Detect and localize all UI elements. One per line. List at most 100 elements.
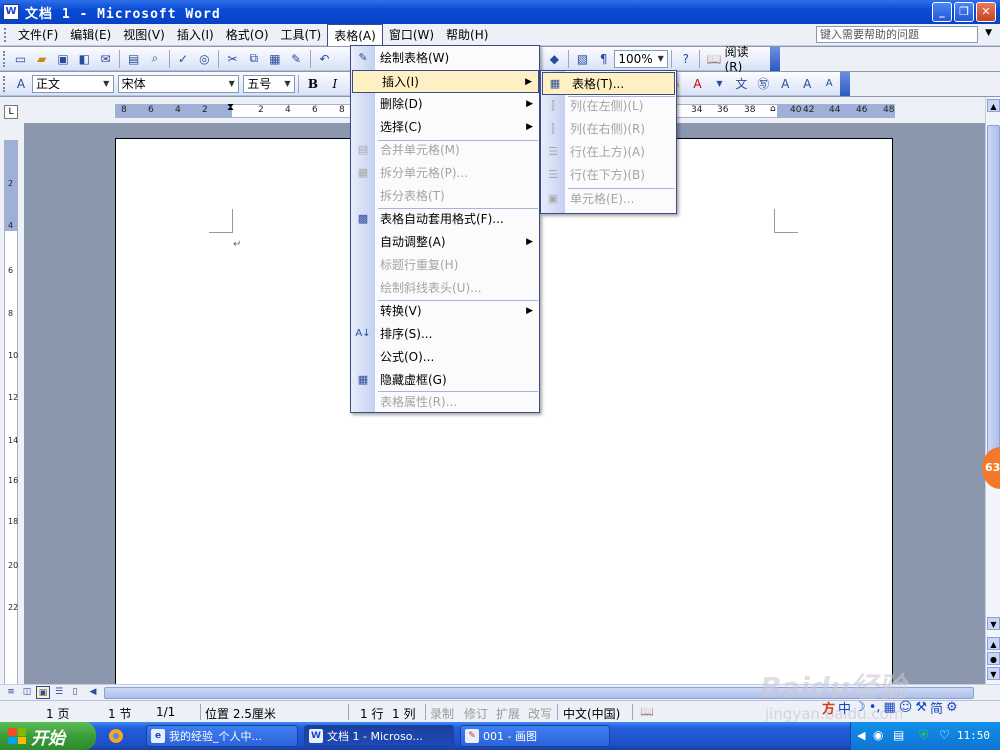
chevron-down-icon[interactable]: ▼ [655, 52, 666, 66]
minimize-button[interactable]: _ [932, 2, 952, 22]
vertical-ruler[interactable]: 2 4 6 8 10 12 14 16 18 20 22 [4, 140, 18, 685]
menu-sort[interactable]: A↓ 排序(S)... [351, 323, 539, 346]
menu-edit[interactable]: 编辑(E) [64, 24, 117, 45]
read-button[interactable]: 阅读(R) [725, 43, 765, 74]
undo-icon[interactable]: ↶ [316, 50, 333, 68]
status-extend[interactable]: 扩展 [496, 705, 520, 722]
close-button[interactable]: ✕ [976, 2, 996, 22]
chevron-down-icon[interactable]: ▼ [282, 77, 293, 91]
vertical-scroll-thumb[interactable] [987, 125, 1000, 465]
taskbar-item-browser[interactable]: e 我的经验_个人中... [146, 725, 298, 747]
save-icon[interactable]: ▣ [54, 50, 71, 68]
permission-icon[interactable]: ◧ [76, 50, 93, 68]
ime-punct-icon[interactable]: •, [869, 700, 881, 715]
taskbar-item-word[interactable]: W 文档 1 - Microso... [304, 725, 454, 747]
scroll-down-icon[interactable]: ▼ [987, 617, 1000, 630]
shrink-font-icon[interactable]: A [820, 75, 838, 93]
research-icon[interactable]: ◎ [196, 50, 213, 68]
status-record[interactable]: 录制 [430, 705, 454, 722]
ime-logo-icon[interactable]: ⽅ [822, 698, 835, 717]
menu-split-cells[interactable]: ▦ 拆分单元格(P)... [351, 162, 539, 185]
taskbar-item-paint[interactable]: ✎ 001 - 画图 [460, 725, 610, 747]
start-button[interactable]: 开始 [0, 722, 96, 750]
tray-arrow-icon[interactable]: ◀ [857, 729, 865, 742]
scroll-left-icon[interactable]: ◀ [86, 686, 100, 699]
menu-help[interactable]: 帮助(H) [440, 24, 494, 45]
menu-insert[interactable]: 插入(I) [171, 24, 220, 45]
menu-diagonal-header[interactable]: 绘制斜线表头(U)... [351, 277, 539, 300]
print-layout-icon[interactable]: ▣ [36, 686, 50, 699]
character-scale-icon[interactable]: A [776, 75, 794, 93]
menu-insert-submenu[interactable]: 插入(I) ▶ [352, 70, 539, 93]
print-icon[interactable]: ▤ [125, 50, 142, 68]
menu-table-autoformat[interactable]: ▩ 表格自动套用格式(F)... [351, 208, 539, 231]
font-combo[interactable]: 宋体 ▼ [117, 74, 240, 93]
chevron-down-icon[interactable]: ▼ [985, 28, 992, 38]
ime-keyboard-icon[interactable]: ▦ [884, 700, 896, 715]
menu-delete[interactable]: 删除(D) ▶ [351, 93, 539, 116]
normal-view-icon[interactable]: ≡ [4, 686, 18, 699]
menu-select[interactable]: 选择(C) ▶ [351, 116, 539, 139]
menu-window[interactable]: 窗口(W) [383, 24, 440, 45]
help-search-input[interactable]: 键入需要帮助的问题 [816, 26, 978, 43]
status-overtype[interactable]: 改写 [528, 705, 552, 722]
paste-icon[interactable]: ▦ [266, 50, 283, 68]
outline-view-icon[interactable]: ☰ [52, 686, 66, 699]
qq-icon[interactable]: ◉ [873, 728, 883, 742]
toolbar-options-icon[interactable] [770, 46, 781, 71]
format-painter-icon[interactable]: ✎ [288, 50, 305, 68]
menu-tools[interactable]: 工具(T) [275, 24, 328, 45]
submenu-column-left[interactable]: ⫿ 列(在左侧)(L) [541, 95, 676, 118]
ime-settings-icon[interactable]: ⚙ [946, 700, 958, 715]
email-icon[interactable]: ✉ [97, 50, 114, 68]
cut-icon[interactable]: ✂ [224, 50, 241, 68]
reading-view-icon[interactable]: ▯ [68, 686, 82, 699]
spelling-status-icon[interactable]: 📖 [640, 705, 654, 718]
help-icon[interactable]: ? [677, 50, 694, 68]
toolbar-grip[interactable] [3, 75, 7, 92]
menubar-grip[interactable] [4, 27, 8, 42]
ime-simplified[interactable]: 简 [930, 698, 943, 717]
previous-page-icon[interactable]: ▲ [987, 637, 1000, 650]
menu-hide-gridlines[interactable]: ▦ 隐藏虚框(G) [351, 369, 539, 392]
chevron-down-icon[interactable]: ▼ [101, 77, 112, 91]
submenu-cells[interactable]: ▣ 单元格(E)... [541, 188, 676, 211]
menu-split-table[interactable]: 拆分表格(T) [351, 185, 539, 208]
copy-icon[interactable]: ⧉ [245, 50, 262, 68]
vertical-scrollbar[interactable]: ▲ ▼ ▲ ● ▼ [985, 97, 1000, 684]
tab-selector-icon[interactable]: L [4, 105, 18, 119]
drawing-icon[interactable]: ◆ [546, 50, 563, 68]
restore-button[interactable]: ❐ [954, 2, 974, 22]
menu-convert[interactable]: 转换(V) ▶ [351, 300, 539, 323]
font-size-combo[interactable]: 五号 ▼ [243, 74, 295, 93]
select-browse-object-icon[interactable]: ● [987, 652, 1000, 665]
toolbar-options-icon[interactable] [840, 71, 851, 96]
chevron-down-icon[interactable]: ▼ [226, 77, 237, 91]
shield-icon[interactable]: ⛨ [919, 728, 928, 743]
read-icon[interactable]: 📖 [705, 50, 722, 68]
submenu-column-right[interactable]: ⫿ 列(在右侧)(R) [541, 118, 676, 141]
ime-moon-icon[interactable]: ☽ [854, 700, 866, 715]
new-document-icon[interactable]: ▭ [12, 50, 29, 68]
menu-table-properties[interactable]: 表格属性(R)... [351, 391, 539, 414]
network-icon[interactable]: ▤ [893, 728, 904, 742]
menu-view[interactable]: 视图(V) [117, 24, 171, 45]
next-page-icon[interactable]: ▼ [987, 667, 1000, 680]
style-combo[interactable]: 正文 ▼ [31, 74, 114, 93]
chevron-down-icon[interactable]: ▼ [711, 75, 729, 93]
ime-user-icon[interactable]: ☺ [899, 700, 913, 715]
menu-format[interactable]: 格式(O) [220, 24, 275, 45]
ime-tools-icon[interactable]: ⚒ [915, 700, 927, 715]
scroll-up-icon[interactable]: ▲ [987, 99, 1000, 112]
styles-icon[interactable]: A [12, 75, 30, 93]
security-icon[interactable]: ♡ [939, 728, 950, 742]
italic-button[interactable]: I [326, 75, 344, 93]
zoom-combo[interactable]: 100% ▼ [614, 49, 669, 68]
menu-table[interactable]: 表格(A) [327, 23, 383, 46]
font-color-icon[interactable]: A [689, 75, 707, 93]
grow-font-icon[interactable]: A [798, 75, 816, 93]
phonetic-guide-icon[interactable]: 文 [732, 75, 750, 93]
menu-file[interactable]: 文件(F) [12, 24, 64, 45]
menu-heading-rows-repeat[interactable]: 标题行重复(H) [351, 254, 539, 277]
quicklaunch-icon[interactable] [106, 727, 128, 745]
